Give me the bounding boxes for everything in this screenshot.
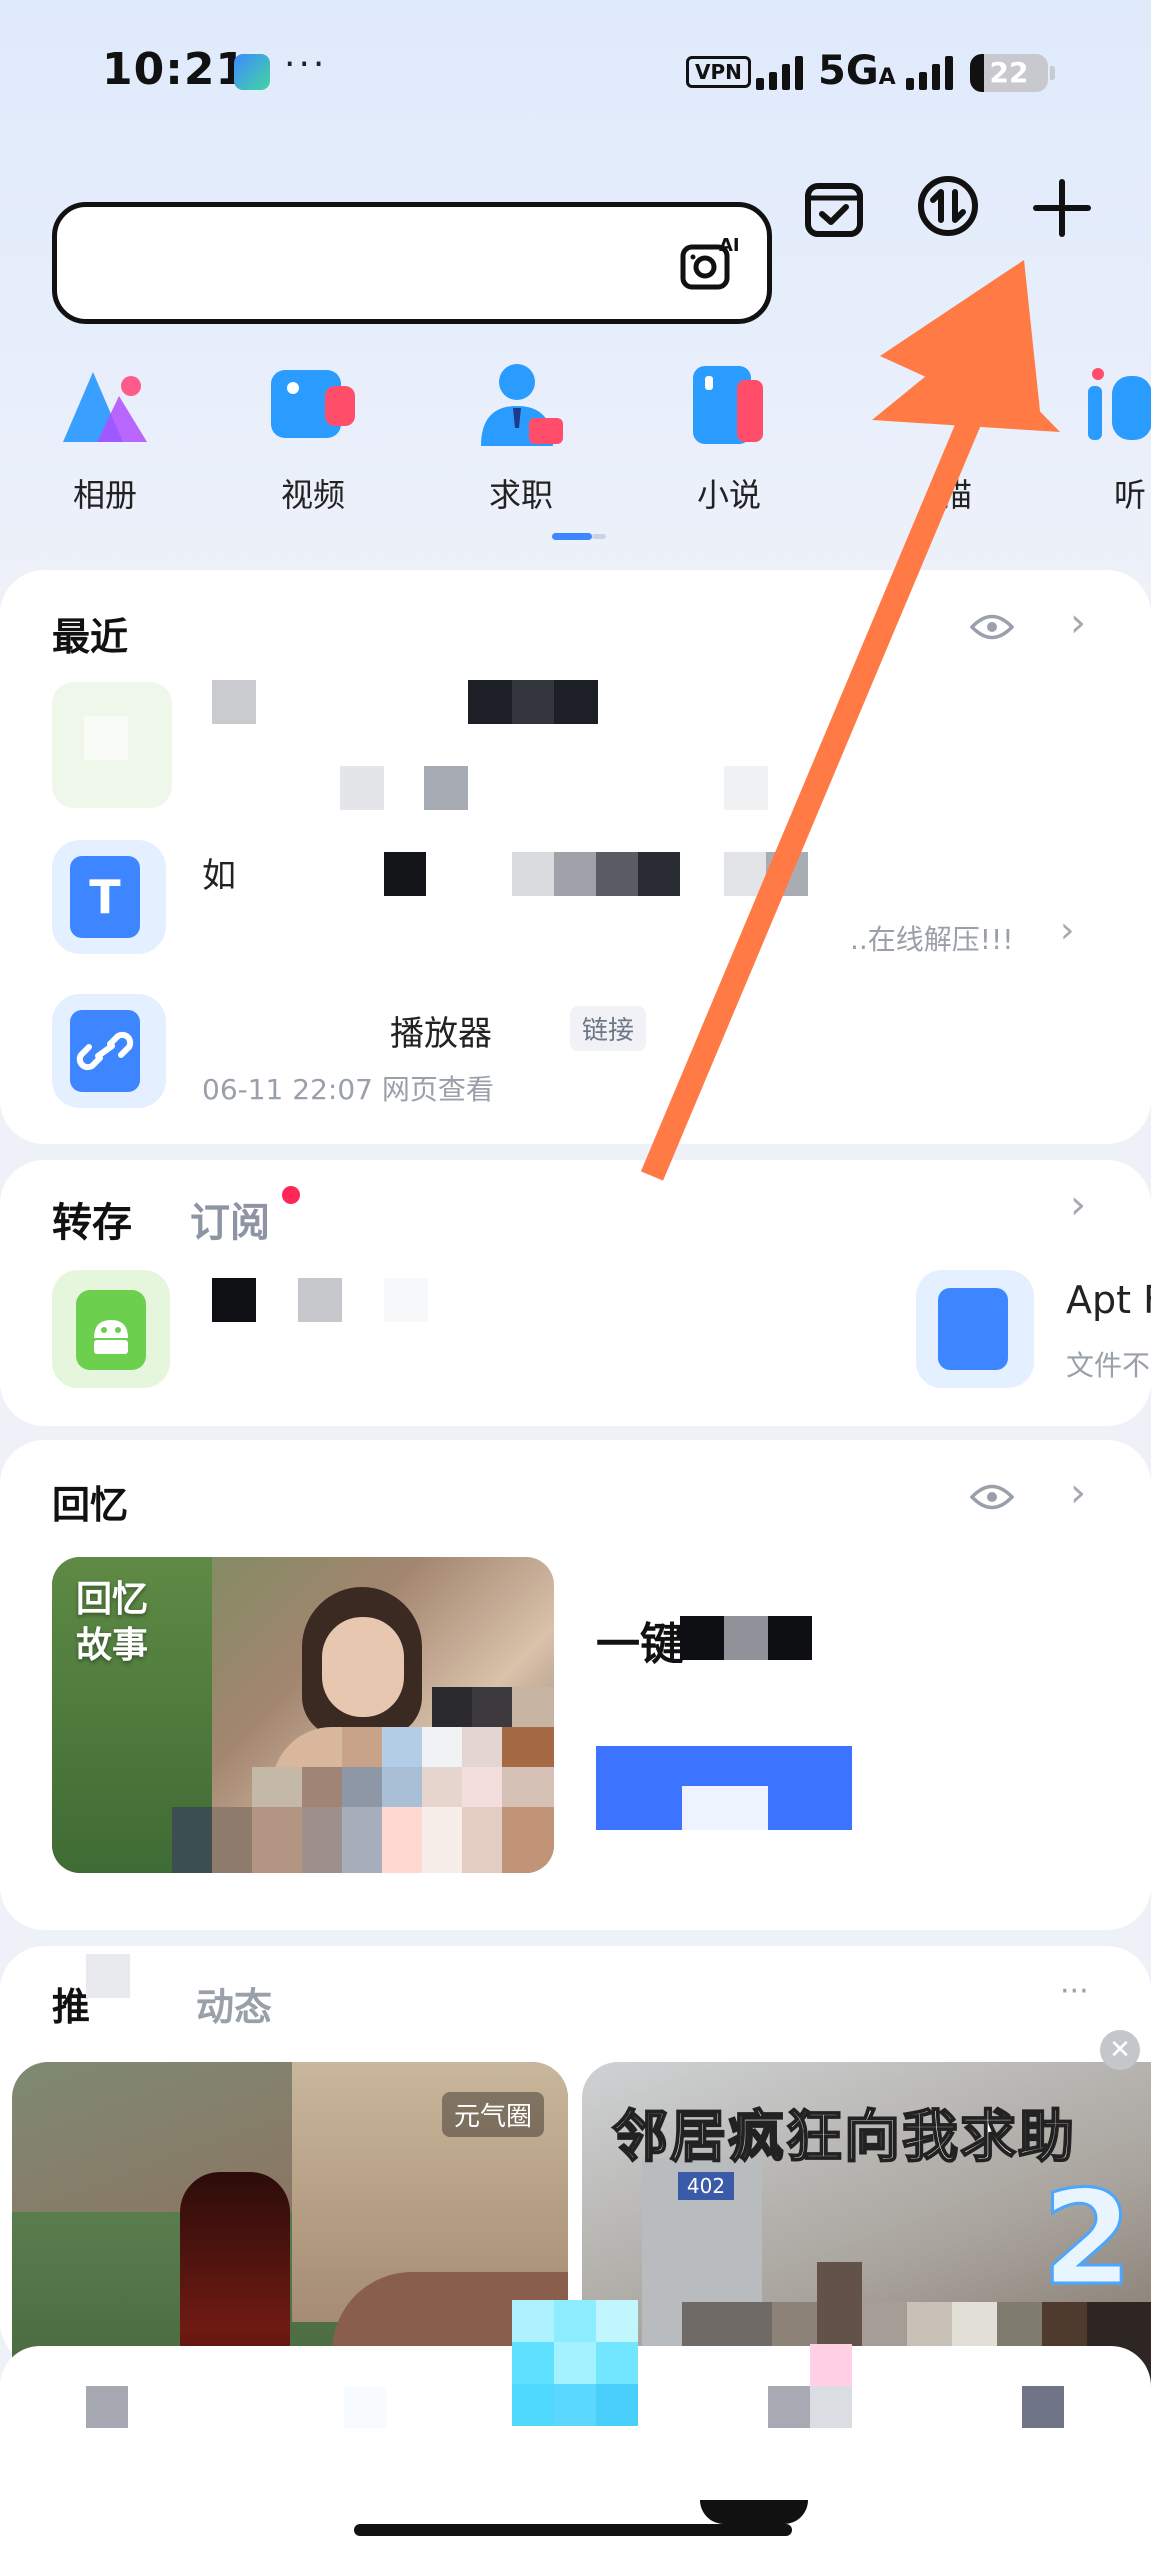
category-album[interactable]: 相册 xyxy=(30,362,180,516)
search-bar[interactable]: AI xyxy=(52,202,772,324)
search-input[interactable] xyxy=(87,235,647,291)
more-notifications-icon: ··· xyxy=(284,44,328,85)
memory-badge: 回忆 故事 xyxy=(76,1577,148,1669)
document-file-icon xyxy=(938,1288,1008,1370)
saved-card: 转存 订阅 › Apt F 文件不 xyxy=(0,1160,1151,1426)
recent-item-meta: ..在线解压!!! xyxy=(850,923,1014,956)
feed-tag: 元气圈 xyxy=(441,2092,544,2137)
category-scroll-indicator xyxy=(552,533,592,540)
recent-card: 最近 › T 如 ..在线解压!!! › 播放器 链接 06-11 22:07 … xyxy=(0,570,1151,1144)
listen-icon xyxy=(1082,362,1151,448)
category-listen[interactable]: 听 xyxy=(1082,362,1151,516)
episode-badge: 2 xyxy=(1040,2161,1133,2316)
recent-item-thumb[interactable] xyxy=(52,994,166,1108)
category-label: 视频 xyxy=(280,476,345,514)
recent-item-name[interactable]: 播放器 xyxy=(390,1006,492,1055)
nav-profile-icon[interactable] xyxy=(1022,2386,1064,2428)
transfer-icon[interactable] xyxy=(916,174,980,242)
svg-text:AI: AI xyxy=(719,235,740,256)
nav-discover-icon[interactable] xyxy=(768,2386,810,2428)
memory-side-title: 一键 xyxy=(596,1619,684,1670)
network-label: 5G xyxy=(818,48,879,94)
saved-item-thumb[interactable] xyxy=(916,1270,1034,1388)
video-icon xyxy=(265,362,361,448)
tab-saved[interactable]: 转存 xyxy=(52,1190,132,1248)
recent-item-chevron-icon[interactable]: › xyxy=(1060,910,1074,951)
calendar-check-icon[interactable] xyxy=(802,176,866,244)
category-novel[interactable]: 小说 xyxy=(654,362,804,516)
eye-icon[interactable] xyxy=(969,612,1015,646)
signal-icon xyxy=(756,56,803,90)
saved-item-name[interactable]: Apt F xyxy=(1066,1278,1151,1322)
category-video[interactable]: 视频 xyxy=(238,362,388,516)
close-ad-icon[interactable]: ✕ xyxy=(1100,2030,1140,2070)
text-file-icon: T xyxy=(70,856,140,938)
link-tag: 链接 xyxy=(570,1006,647,1051)
link-file-icon xyxy=(70,1010,140,1092)
feed-more-icon[interactable]: ··· xyxy=(1060,1974,1089,2009)
status-time: 10:21 xyxy=(102,44,248,95)
memory-chevron-icon[interactable]: › xyxy=(1070,1470,1086,1516)
category-label: 描 xyxy=(939,476,972,514)
album-icon xyxy=(57,362,153,448)
memory-story-thumb[interactable]: 回忆 故事 xyxy=(52,1557,554,1873)
nav-home-icon[interactable] xyxy=(86,2386,128,2428)
scan-icon xyxy=(893,362,989,448)
plus-icon[interactable] xyxy=(1030,176,1094,244)
signal-icon-2 xyxy=(906,56,953,90)
category-label: 小说 xyxy=(696,476,761,514)
bottom-shadow xyxy=(700,2500,808,2524)
camera-ai-icon[interactable]: AI xyxy=(679,233,741,295)
recent-item-meta: 06-11 22:07 网页查看 xyxy=(202,1073,494,1106)
android-file-icon xyxy=(76,1290,146,1370)
category-label: 听 xyxy=(1114,476,1147,514)
vpn-badge: VPN xyxy=(686,56,751,88)
category-scroll-track xyxy=(592,534,606,539)
tab-subscribe[interactable]: 订阅 xyxy=(190,1190,270,1248)
network-sub-label: A xyxy=(878,65,896,90)
notification-dot xyxy=(282,1186,300,1204)
memory-badge-line: 故事 xyxy=(76,1625,149,1666)
nav-files-icon[interactable] xyxy=(344,2386,386,2428)
saved-item-thumb[interactable] xyxy=(52,1270,170,1388)
category-job[interactable]: 求职 xyxy=(446,362,596,516)
feed-section-title-2[interactable]: 动态 xyxy=(196,1976,272,2031)
job-icon xyxy=(473,362,569,448)
feed-section-title[interactable]: 推 xyxy=(52,1976,90,2031)
category-label: 相册 xyxy=(72,476,137,514)
recent-item-thumb[interactable] xyxy=(52,682,172,808)
recent-chevron-icon[interactable]: › xyxy=(1070,600,1086,646)
memory-eye-icon[interactable] xyxy=(969,1482,1015,1516)
battery-icon: 22 xyxy=(970,54,1055,92)
memory-badge-line: 回忆 xyxy=(76,1579,149,1620)
home-indicator xyxy=(354,2524,792,2536)
saved-item-meta: 文件不 xyxy=(1066,1349,1151,1382)
recent-item-name[interactable]: 如 xyxy=(202,848,236,897)
memory-title: 回忆 xyxy=(52,1483,129,1527)
feed-headline: 邻居疯狂向我求助 xyxy=(611,2104,1076,2171)
recent-title: 最近 xyxy=(52,615,129,659)
saved-chevron-icon[interactable]: › xyxy=(1070,1182,1086,1228)
category-label: 求职 xyxy=(488,476,553,514)
category-scan[interactable]: 描 xyxy=(866,362,1016,516)
novel-icon xyxy=(681,362,777,448)
app-notification-icon xyxy=(234,54,270,90)
nav-center-icon[interactable] xyxy=(512,2384,554,2426)
network-type: 5GA xyxy=(818,48,896,94)
memory-action-button[interactable] xyxy=(596,1746,852,1830)
door-number: 402 xyxy=(678,2172,734,2200)
recent-item-thumb[interactable]: T xyxy=(52,840,166,954)
